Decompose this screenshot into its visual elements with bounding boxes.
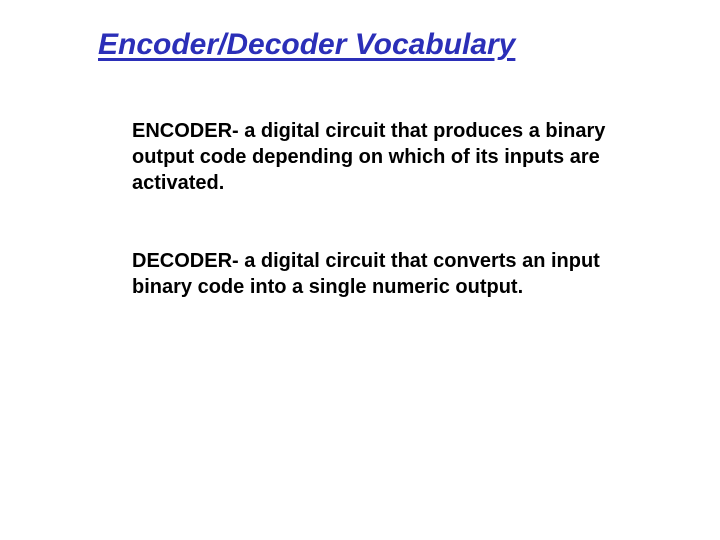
encoder-definition: ENCODER- a digital circuit that produces… (98, 118, 660, 196)
slide-container: Encoder/Decoder Vocabulary ENCODER- a di… (0, 0, 720, 540)
decoder-definition: DECODER- a digital circuit that converts… (98, 248, 660, 300)
slide-title: Encoder/Decoder Vocabulary (98, 28, 660, 62)
